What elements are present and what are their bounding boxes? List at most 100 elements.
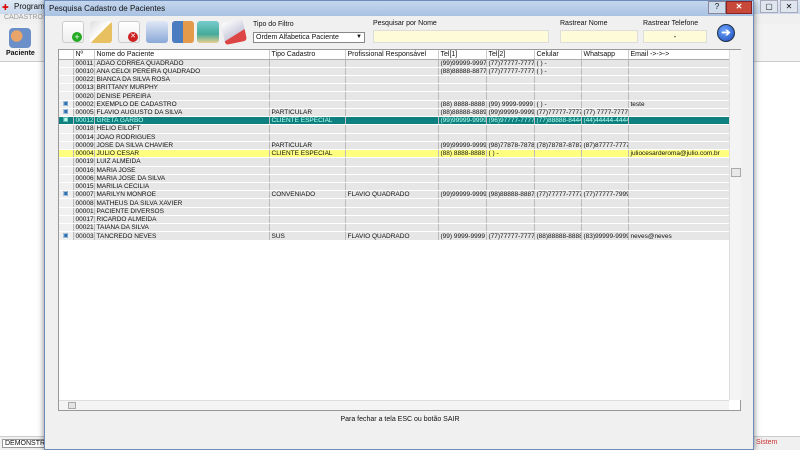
table-cell (581, 124, 629, 134)
table-cell: 00008 (73, 198, 95, 208)
table-cell (486, 133, 535, 142)
table-row[interactable]: 00013 BRITTANY MURPHY (59, 83, 730, 93)
column-header[interactable] (59, 50, 74, 60)
app-close-button[interactable]: ✕ (780, 0, 798, 13)
row-indicator (59, 91, 74, 101)
table-cell: (98)77878-7878 (486, 141, 535, 151)
row-indicator (59, 174, 74, 184)
table-cell: PARTICULAR (269, 108, 346, 118)
table-cell (486, 223, 535, 233)
table-row[interactable]: 00004 JULIO CESAR CLIENTE ESPECIAL (88) 888… (59, 149, 730, 159)
row-indicator (59, 141, 74, 151)
tipo-filtro-label: Tipo do Filtro (253, 21, 294, 28)
table-cell: 00001 (73, 207, 95, 216)
table-cell (628, 157, 730, 167)
patients-grid: Nº Nome do Paciente Tipo Cadastro Profissio… (58, 49, 741, 411)
email-icon[interactable] (220, 18, 248, 46)
horizontal-scroll-thumb[interactable] (68, 402, 76, 409)
table-row[interactable]: ▣ 00012 GRETA GARBO CLIENTE ESPECIAL (99)999… (59, 116, 730, 126)
table-cell: (99) 9999-9999 (486, 100, 535, 109)
table-cell: JOAO RODRIGUES (94, 133, 270, 142)
table-row[interactable]: ▣ 00003 TANCREDO NEVES SUS FLAVIO QUADRADO (9… (59, 231, 730, 241)
paciente-button[interactable]: Paciente (6, 28, 35, 57)
pesquisar-input[interactable] (373, 30, 549, 43)
help-button[interactable]: ? (708, 1, 726, 14)
row-indicator (59, 149, 74, 159)
table-cell: MARILYN MONROE (94, 190, 270, 200)
book-icon[interactable] (172, 21, 194, 43)
table-cell (269, 67, 346, 76)
table-cell: 00005 (73, 108, 95, 118)
table-cell (345, 157, 439, 167)
add-icon[interactable]: + (62, 21, 84, 43)
table-row[interactable]: 00001 PACIENTE DIVERSOS (59, 207, 730, 216)
table-row[interactable]: 00020 DENISE PEREIRA (59, 91, 730, 101)
table-cell (581, 67, 629, 76)
table-cell (269, 59, 346, 68)
table-row[interactable]: 00022 BIANCA DA SILVA ROSA (59, 75, 730, 85)
table-cell: FLAVIO QUADRADO (345, 190, 439, 200)
table-row[interactable]: ▣ 00002 EXEMPLO DE CADASTRO (88) 8888-8888(… (59, 100, 730, 109)
table-cell (534, 91, 582, 101)
table-cell (628, 182, 730, 192)
table-row[interactable]: 00011 ADAO CORREA QUADRADO (99)99999-9997(… (59, 59, 730, 68)
rastrear-nome-input[interactable] (560, 30, 638, 43)
column-header[interactable]: Nº (73, 50, 95, 60)
table-cell: RICARDO ALMEIDA (94, 215, 270, 225)
table-row[interactable]: 00017 RICARDO ALMEIDA (59, 215, 730, 225)
table-row[interactable]: 00016 MARIA JOSE (59, 166, 730, 175)
table-row[interactable]: 00010 ANA CELOI PEREIRA QUADRADO (88)88888… (59, 67, 730, 76)
table-cell: ( ) - (534, 67, 582, 76)
table-cell: PARTICULAR (269, 141, 346, 151)
edit-icon[interactable] (90, 21, 112, 43)
close-button[interactable]: ✕ (726, 1, 752, 14)
table-cell (345, 149, 439, 159)
table-row[interactable]: 00009 JOSE DA SILVA CHAVIER PARTICULAR (99)… (59, 141, 730, 151)
table-cell: (77)77777-7777 (486, 59, 535, 68)
column-header[interactable]: Tel[2] (486, 50, 535, 60)
tipo-filtro-select[interactable]: Ordem Alfabetica Paciente ▼ (253, 32, 365, 43)
table-cell (534, 83, 582, 93)
vertical-scrollbar[interactable] (729, 50, 741, 400)
table-row[interactable]: 00008 MATHEUS DA SILVA XAVIER (59, 198, 730, 208)
table-row[interactable]: 00014 JOAO RODRIGUES (59, 133, 730, 142)
vertical-scroll-thumb[interactable] (731, 168, 741, 177)
go-arrow-button[interactable]: ➔ (717, 24, 735, 42)
print-icon[interactable] (146, 21, 168, 43)
rastrear-telefone-input[interactable]: - (643, 30, 707, 43)
app-restore-button[interactable]: ▢ (760, 0, 778, 13)
column-header[interactable]: Whatsapp (581, 50, 629, 60)
column-header[interactable]: Nome do Paciente (94, 50, 270, 60)
column-header[interactable]: Email ->->-> (628, 50, 730, 60)
grid-header: Nº Nome do Paciente Tipo Cadastro Profissio… (59, 50, 730, 60)
horizontal-scrollbar[interactable] (59, 400, 729, 410)
table-row[interactable]: ▣ 00005 FLAVIO AUGUSTO DA SILVA PARTICULAR (… (59, 108, 730, 118)
column-header[interactable]: Celular (534, 50, 582, 60)
table-cell: 00014 (73, 133, 95, 142)
table-row[interactable]: 00006 MARIA JOSE DA SILVA (59, 174, 730, 184)
table-row[interactable]: 00015 MARILIA CECILIA (59, 182, 730, 192)
column-header[interactable]: Profissional Responsável (345, 50, 439, 60)
table-cell (628, 223, 730, 233)
chevron-down-icon: ▼ (356, 34, 362, 40)
table-cell (486, 182, 535, 192)
table-cell (438, 91, 487, 101)
table-cell (628, 108, 730, 118)
table-cell: (87)87777-7777 (581, 141, 629, 151)
column-header[interactable]: Tel[1] (438, 50, 487, 60)
table-cell (438, 223, 487, 233)
table-cell (628, 124, 730, 134)
column-header[interactable]: Tipo Cadastro (269, 50, 346, 60)
table-row[interactable]: 00019 LUIZ ALMEIDA (59, 157, 730, 167)
table-cell: 00007 (73, 190, 95, 200)
table-row[interactable]: 00021 TAIANA DA SILVA (59, 223, 730, 233)
table-cell (345, 116, 439, 126)
table-row[interactable]: ▣ 00007 MARILYN MONROE CONVENIADO FLAVIO QUA… (59, 190, 730, 200)
delete-icon[interactable]: ✕ (118, 21, 140, 43)
image-icon[interactable] (197, 21, 219, 43)
table-cell (345, 67, 439, 76)
table-cell (534, 215, 582, 225)
table-cell (534, 198, 582, 208)
table-cell (486, 198, 535, 208)
table-row[interactable]: 00018 HELIO EILOFT (59, 124, 730, 134)
